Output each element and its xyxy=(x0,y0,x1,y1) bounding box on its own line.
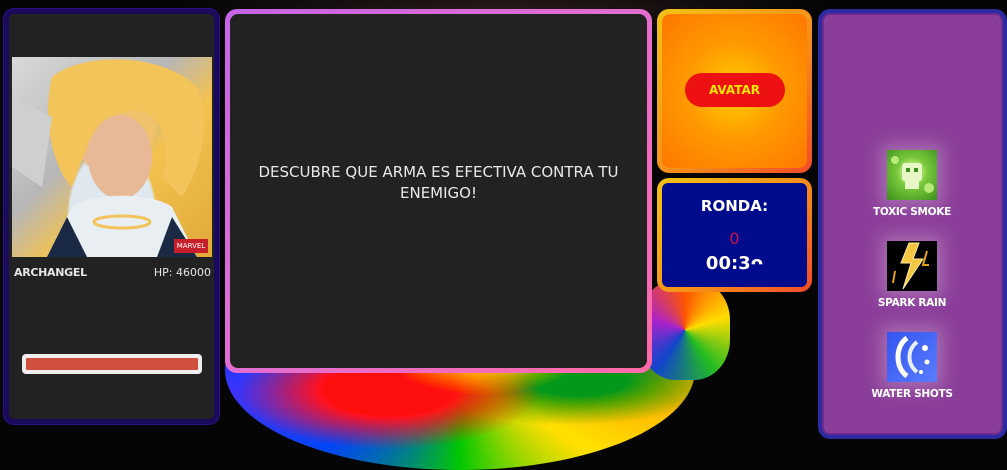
character-name: ARCHANGEL xyxy=(14,266,87,279)
message-panel: DESCUBRE QUE ARMA ES EFECTIVA CONTRA TU … xyxy=(225,9,652,373)
round-panel: RONDA: 0 00:3ᴖ xyxy=(657,178,812,292)
character-portrait: MARVEL xyxy=(12,57,212,257)
toxic-smoke-icon-art xyxy=(891,156,934,193)
character-hp: HP: 46000 xyxy=(153,266,211,279)
character-portrait-art xyxy=(12,59,205,257)
spark-rain-icon[interactable] xyxy=(887,241,937,291)
weapon-toxic-smoke[interactable]: TOXIC SMOKE xyxy=(852,150,972,218)
weapon-label: WATER SHOTS xyxy=(871,388,953,400)
round-timer: 00:3ᴖ xyxy=(705,253,764,274)
weapon-label: TOXIC SMOKE xyxy=(872,206,952,218)
water-shots-icon[interactable] xyxy=(887,332,937,382)
round-panel-body: RONDA: 0 00:3ᴖ xyxy=(662,183,807,287)
weapon-spark-rain[interactable]: SPARK RAIN xyxy=(852,241,972,309)
character-panel: MARVEL ARCHANGEL HP: 46000 xyxy=(4,9,219,424)
round-label: RONDA: xyxy=(700,197,769,215)
water-shots-icon-art xyxy=(895,335,930,379)
publisher-logo: MARVEL xyxy=(174,239,208,253)
paint-splash-accent xyxy=(640,280,730,380)
spark-rain-icon-art xyxy=(892,242,929,290)
instruction-message: DESCUBRE QUE ARMA ES EFECTIVA CONTRA TU … xyxy=(258,163,619,202)
avatar-panel-body: AVATAR xyxy=(662,14,807,168)
hp-bar-fill xyxy=(26,358,198,370)
weapon-water-shots[interactable]: WATER SHOTS xyxy=(852,332,972,400)
avatar-button[interactable]: AVATAR xyxy=(684,73,785,107)
weapon-label: SPARK RAIN xyxy=(877,297,947,309)
round-number: 0 xyxy=(729,229,740,248)
avatar-panel: AVATAR xyxy=(657,9,812,173)
message-panel-body: DESCUBRE QUE ARMA ES EFECTIVA CONTRA TU … xyxy=(230,14,647,368)
hp-bar xyxy=(22,354,202,374)
weapons-panel: TOXIC SMOKE SPARK RAIN WATER SHOTS xyxy=(818,9,1007,439)
toxic-smoke-icon[interactable] xyxy=(887,150,937,200)
